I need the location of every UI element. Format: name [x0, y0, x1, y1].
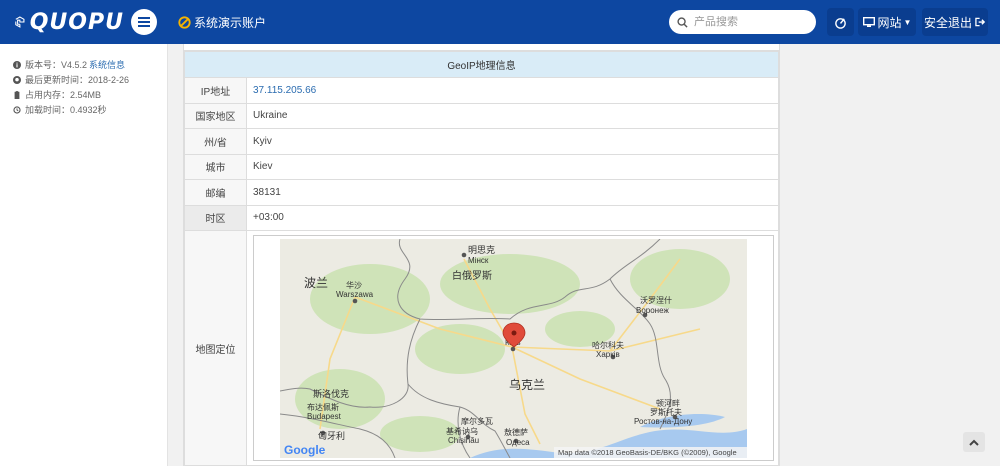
ip-label: IP地址 [184, 77, 247, 104]
sidebar-system-info: 版本号：V4.5.2 系统信息 最后更新时间：2018-2-26 占用内存：2.… [0, 44, 168, 466]
sign-out-icon [975, 17, 986, 27]
map-label-rostov-zh2: 罗斯托夫 [650, 407, 682, 417]
state-label: 州/省 [184, 128, 247, 155]
map-label-chisinau-zh: 基希讷乌 [446, 426, 478, 436]
map-label-minsk-zh: 明思克 [468, 245, 495, 255]
chevron-up-icon [969, 439, 979, 446]
search-icon [677, 16, 688, 28]
version-line: 版本号：V4.5.2 系统信息 [0, 57, 167, 72]
scroll-to-top-button[interactable] [963, 432, 985, 452]
table-row: IP地址 37.115.205.66 [184, 77, 779, 104]
info-icon [13, 60, 21, 69]
menu-toggle-button[interactable] [131, 9, 157, 35]
map-frame: 明思克 Мінск 白俄罗斯 波兰 华沙 Warszawa 沃罗涅什 Ворон… [253, 235, 774, 461]
memory-text: 占用内存：2.54MB [25, 90, 102, 100]
map-label-belarus: 白俄罗斯 [452, 269, 492, 282]
search-input[interactable] [694, 16, 804, 28]
logout-label: 安全退出 [923, 15, 972, 30]
logo-text: QUOPU [29, 9, 124, 35]
load-time-line: 加载时间：0.4932秒 [0, 102, 167, 117]
logo-icon [15, 16, 25, 28]
dashboard-button[interactable] [827, 8, 854, 36]
timezone-label: 时区 [184, 204, 247, 231]
map-label-budapest-zh: 布达佩斯 [307, 402, 339, 412]
map-label-odesa: Одеса [506, 438, 530, 447]
version-text: 版本号：V4.5.2 [25, 60, 88, 70]
caret-down-icon: ▼ [903, 17, 912, 27]
map-label-rostov-zh: 顿河畔 [656, 398, 680, 408]
map-label-odesa-zh: 敖德萨 [504, 427, 528, 437]
map-cell: 明思克 Мінск 白俄罗斯 波兰 华沙 Warszawa 沃罗涅什 Ворон… [246, 230, 779, 466]
panel-top-separator [184, 44, 779, 51]
battery-icon [14, 90, 20, 99]
map-label-rostov: Ростов-на-Дону [634, 417, 692, 426]
map-label-kharkiv: Харків [596, 350, 620, 359]
geoip-table: GeoIP地理信息 IP地址 37.115.205.66 国家地区 Ukrain… [184, 51, 779, 466]
postcode-label: 邮编 [184, 179, 247, 206]
map-label-chisinau: Chișinău [448, 436, 479, 445]
table-row: 国家地区 Ukraine [184, 102, 779, 129]
map-label-voronezh: Воронеж [636, 306, 669, 315]
website-label: 网站 [877, 15, 902, 30]
hamburger-icon [138, 17, 150, 27]
map-label-slovakia: 斯洛伐克 [313, 388, 349, 399]
table-row: 时区 +03:00 [184, 204, 779, 231]
map-label-moldova: 摩尔多瓦 [461, 416, 493, 426]
map-label-minsk: Мінск [468, 256, 489, 265]
system-info-link[interactable]: 系统信息 [89, 58, 125, 71]
table-row: 城市 Kiev [184, 153, 779, 180]
ban-icon [178, 16, 191, 29]
city-value: Kiev [246, 153, 779, 180]
table-row: 州/省 Kyiv [184, 128, 779, 155]
state-value: Kyiv [246, 128, 779, 155]
timezone-value: +03:00 [246, 204, 779, 231]
map-label-warsaw: Warszawa [336, 290, 374, 299]
table-row: 地图定位 明思克 Мінск 白俄罗斯 波兰 华沙 Warszawa 沃罗涅什 … [184, 230, 779, 466]
website-menu-button[interactable]: 网站 ▼ [858, 8, 916, 36]
city-label: 城市 [184, 153, 247, 180]
dashboard-icon [835, 17, 846, 29]
logo[interactable]: QUOPU [14, 8, 124, 36]
geoip-panel: GeoIP地理信息 IP地址 37.115.205.66 国家地区 Ukrain… [183, 44, 780, 466]
updated-line: 最后更新时间：2018-2-26 [0, 72, 167, 87]
updated-text: 最后更新时间：2018-2-26 [25, 75, 130, 85]
map-label-warsaw-zh: 华沙 [346, 280, 362, 290]
logout-button[interactable]: 安全退出 [922, 8, 988, 36]
table-row: 邮编 38131 [184, 179, 779, 206]
ip-value[interactable]: 37.115.205.66 [246, 77, 779, 104]
country-label: 国家地区 [184, 102, 247, 129]
map-label-kharkiv-zh: 哈尔科夫 [592, 340, 624, 350]
google-logo: Google [284, 443, 326, 457]
github-icon [13, 75, 21, 84]
map-label-voronezh-zh: 沃罗涅什 [640, 295, 672, 305]
account-name: 系统演示账户 [194, 16, 267, 30]
monitor-icon [862, 16, 875, 27]
map-attribution: Map data ©2018 GeoBasis-DE/BKG (©2009), … [558, 448, 737, 457]
account-indicator[interactable]: 系统演示账户 [178, 14, 266, 31]
map-label-hungary: 匈牙利 [318, 430, 345, 441]
map-label-ukraine: 乌克兰 [509, 377, 545, 392]
geoip-title: GeoIP地理信息 [184, 51, 779, 78]
map-label-poland: 波兰 [304, 276, 328, 290]
load-time-text: 加载时间：0.4932秒 [25, 105, 107, 115]
map-label-budapest: Budapest [307, 412, 342, 421]
memory-line: 占用内存：2.54MB [0, 87, 167, 102]
country-value: Ukraine [246, 102, 779, 129]
product-search[interactable] [669, 10, 816, 34]
map-location-label: 地图定位 [184, 230, 247, 466]
history-icon [13, 105, 21, 114]
postcode-value: 38131 [246, 179, 779, 206]
top-navbar: QUOPU 系统演示账户 网站 ▼ [0, 0, 1000, 44]
location-map[interactable]: 明思克 Мінск 白俄罗斯 波兰 华沙 Warszawa 沃罗涅什 Ворон… [280, 239, 747, 458]
